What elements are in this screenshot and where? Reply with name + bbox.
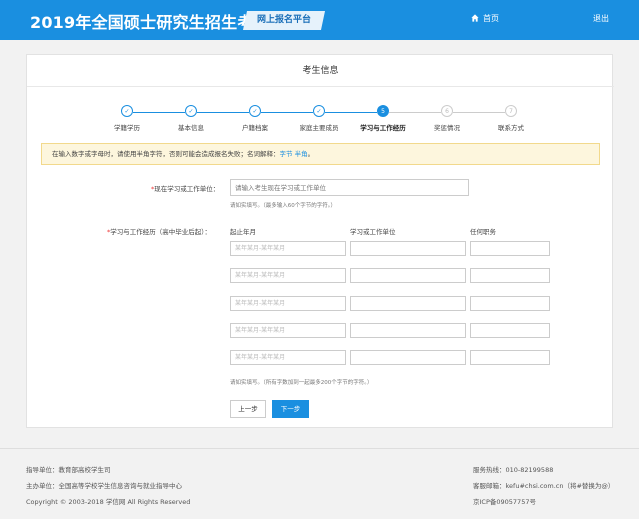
- unit-cell-input[interactable]: [350, 323, 466, 338]
- step-label-6: 奖惩情况: [434, 124, 460, 132]
- previous-step-button[interactable]: 上一步: [230, 400, 266, 418]
- step-connector: [325, 112, 377, 113]
- unit-cell-input[interactable]: [350, 241, 466, 256]
- step-1-check-icon: ✓: [121, 105, 133, 117]
- footer-guide-unit: 指导单位：教育部高校学生司: [26, 466, 111, 474]
- step-6-circle: 6: [441, 105, 453, 117]
- step-connector: [133, 112, 185, 113]
- halfwidth-notice: 在输入数字或字母时，请使用半角字符，否则可能会造成报名失败；名词解释：字节 半角…: [41, 143, 600, 165]
- step-2-check-icon: ✓: [185, 105, 197, 117]
- unit-cell-input[interactable]: [350, 268, 466, 283]
- step-connector: [261, 112, 313, 113]
- unit-hint: 请如实填写。（最多输入60个字节的字符。）: [230, 203, 336, 209]
- footer-host-unit: 主办单位：全国高等学校学生信息咨询与就业指导中心: [26, 482, 182, 490]
- panel-title: 考生信息: [27, 55, 614, 87]
- top-header-bar: 2019年全国硕士研究生招生考试 网上报名平台 首页 退出: [0, 0, 639, 40]
- platform-badge-label: 网上报名平台: [257, 15, 312, 25]
- position-input[interactable]: [470, 268, 550, 283]
- step-7-circle: 7: [505, 105, 517, 117]
- step-connector: [197, 112, 249, 113]
- period-input[interactable]: 某年某月-某年某月: [230, 296, 346, 311]
- unit-cell-input[interactable]: [350, 350, 466, 365]
- page-footer: 指导单位：教育部高校学生司 主办单位：全国高等学校学生信息咨询与就业指导中心 C…: [0, 448, 639, 519]
- step-3-check-icon: ✓: [249, 105, 261, 117]
- notice-glossary-link[interactable]: 字节 半角: [280, 150, 308, 158]
- period-input[interactable]: 某年某月-某年某月: [230, 323, 346, 338]
- step-label-5: 学习与工作经历: [360, 124, 406, 132]
- period-input[interactable]: 某年某月-某年某月: [230, 350, 346, 365]
- step-label-7: 联系方式: [498, 124, 524, 132]
- footer-hotline: 服务热线：010-82199588: [473, 466, 554, 474]
- step-label-1: 学籍学历: [114, 124, 140, 132]
- footer-copyright: Copyright © 2003-2018 学信网 All Rights Res…: [26, 498, 191, 506]
- student-info-panel: 考生信息 ✓ ✓ ✓ ✓ 5 6 7 学籍学历 基本信息 户籍档案 家庭主要成员…: [26, 54, 614, 428]
- home-link[interactable]: 首页: [471, 13, 499, 24]
- position-input[interactable]: [470, 241, 550, 256]
- notice-suffix: 。: [307, 150, 315, 158]
- app-title: 2019年全国硕士研究生招生考试: [30, 13, 270, 32]
- notice-text: 在输入数字或字母时，请使用半角字符，否则可能会造成报名失败；名词解释：: [52, 150, 280, 158]
- step-4-check-icon: ✓: [313, 105, 325, 117]
- step-label-2: 基本信息: [178, 124, 204, 132]
- period-input[interactable]: 某年某月-某年某月: [230, 241, 346, 256]
- step-5-circle: 5: [377, 105, 389, 117]
- progress-steps: ✓ ✓ ✓ ✓ 5 6 7 学籍学历 基本信息 户籍档案 家庭主要成员 学习与工…: [27, 105, 614, 135]
- step-connector: [453, 112, 505, 113]
- unit-cell-input[interactable]: [350, 296, 466, 311]
- column-unit-header: 学习或工作单位: [350, 228, 396, 236]
- home-link-label: 首页: [483, 14, 499, 23]
- step-label-4: 家庭主要成员: [299, 124, 339, 132]
- step-label-3: 户籍档案: [242, 124, 268, 132]
- period-input[interactable]: 某年某月-某年某月: [230, 268, 346, 283]
- footer-email: 客服邮箱：kefu#chsi.com.cn（将#替换为@）: [473, 482, 615, 490]
- position-input[interactable]: [470, 350, 550, 365]
- position-input[interactable]: [470, 296, 550, 311]
- unit-label: *现在学习或工作单位：: [151, 185, 220, 193]
- column-position-header: 任何职务: [470, 228, 496, 236]
- history-label: *学习与工作经历（高中毕业后起）：: [107, 228, 211, 236]
- home-icon: [471, 14, 479, 22]
- unit-input[interactable]: [230, 179, 469, 196]
- history-hint: 请如实填写。（所有字数加到一起最多200个字节的字符。）: [230, 380, 373, 386]
- column-period-header: 起止年月: [230, 228, 256, 236]
- platform-badge: 网上报名平台: [242, 11, 326, 30]
- footer-icp[interactable]: 京ICP备09057757号: [473, 496, 536, 506]
- next-step-button[interactable]: 下一步: [272, 400, 309, 418]
- step-connector: [389, 112, 441, 113]
- position-input[interactable]: [470, 323, 550, 338]
- logout-link[interactable]: 退出: [593, 13, 609, 24]
